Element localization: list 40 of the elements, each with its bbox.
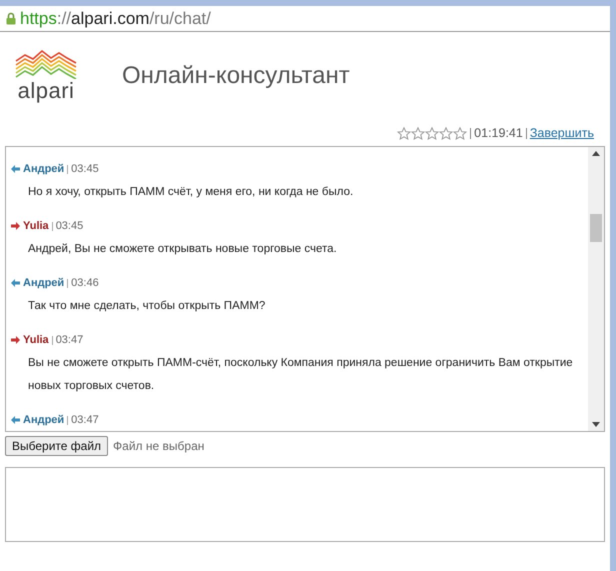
lock-icon: [6, 12, 16, 25]
scroll-down-icon[interactable]: [592, 422, 600, 427]
message-text: Так что мне сделать, чтобы открыть ПАММ?: [27, 299, 266, 314]
author-name: Yulia: [23, 334, 49, 346]
message-time: 03:46: [71, 277, 99, 289]
scrollbar-thumb[interactable]: [590, 214, 602, 242]
author-name: Yulia: [23, 220, 49, 232]
file-status: Файл не выбран: [113, 438, 204, 454]
end-chat-link[interactable]: Завершить: [530, 124, 594, 142]
message-text: Вы не сможете открыть ПАММ-счёт, поскольку Компания приняла решение ограничить Вам открытие новых торговых счетов.: [27, 356, 574, 394]
star-icon[interactable]: [425, 126, 440, 140]
page-title: Онлайн-консультант: [122, 61, 350, 91]
message-time: 03:47: [71, 414, 99, 426]
left-arrow-icon: [11, 165, 20, 173]
star-icon[interactable]: [453, 126, 468, 140]
message-time: 03:47: [56, 334, 84, 346]
left-arrow-icon: [11, 416, 20, 424]
left-arrow-icon: [11, 279, 20, 287]
star-icon[interactable]: [397, 126, 412, 140]
star-rating[interactable]: [397, 126, 468, 140]
scroll-up-icon[interactable]: [592, 151, 600, 156]
logo-text: alpari: [18, 79, 74, 103]
message-text: Андрей, Вы не сможете открывать новые торговые счета.: [27, 242, 338, 257]
url-text: https://alpari.com/ru/chat/: [20, 8, 211, 30]
message-time: 03:45: [71, 163, 99, 175]
message-time: 03:45: [56, 220, 84, 232]
right-arrow-icon: [11, 222, 20, 230]
choose-file-button[interactable]: Выберите файл: [5, 436, 108, 456]
star-icon[interactable]: [411, 126, 426, 140]
logo-waves-icon: [15, 49, 77, 79]
message-input-field[interactable]: [5, 467, 605, 542]
message-text: Но я хочу, открыть ПАММ счёт, у меня его, ни когда не было.: [27, 185, 354, 200]
right-arrow-icon: [11, 336, 20, 344]
scrollbar[interactable]: [588, 147, 604, 431]
address-bar[interactable]: https://alpari.com/ru/chat/: [0, 6, 610, 32]
star-icon[interactable]: [439, 126, 454, 140]
session-timer: 01:19:41: [474, 124, 523, 142]
author-name: Андрей: [23, 163, 64, 175]
author-name: Андрей: [23, 414, 64, 426]
author-name: Андрей: [23, 277, 64, 289]
